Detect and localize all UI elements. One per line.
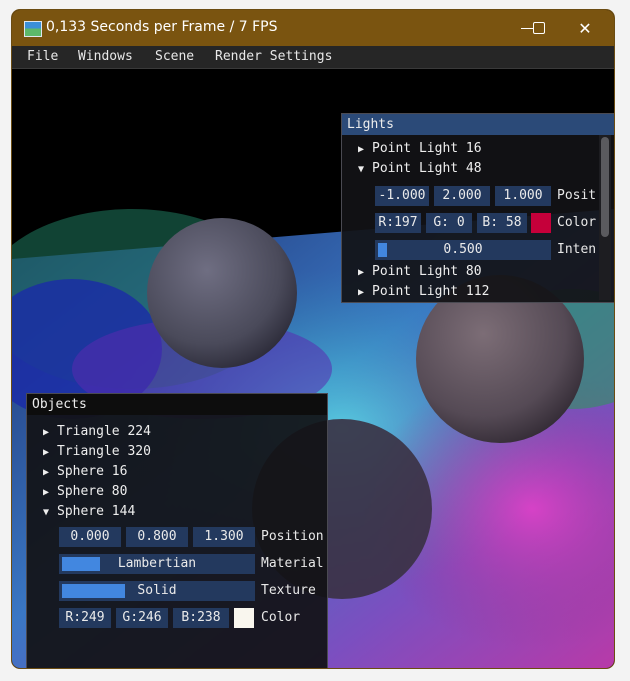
menu-windows[interactable]: Windows	[78, 49, 133, 64]
tree-label: Triangle 320	[57, 444, 151, 459]
object-texture-combo[interactable]: Solid	[59, 581, 255, 601]
collapsed-arrow-icon: ▶	[43, 427, 50, 438]
tree-label: Point Light 48	[372, 161, 482, 176]
light-node-80[interactable]: ▶ Point Light 80	[358, 264, 482, 279]
light-position-label: Position	[557, 188, 597, 203]
object-material-label: Material	[261, 556, 324, 571]
light-node-48[interactable]: ▼ Point Light 48	[358, 161, 482, 176]
object-color-label: Color	[261, 610, 301, 625]
maximize-icon	[533, 22, 545, 34]
object-node-sphere-16[interactable]: ▶ Sphere 16	[43, 464, 127, 479]
object-texture-label: Texture	[261, 583, 316, 598]
close-icon: ✕	[578, 18, 592, 38]
tree-label: Triangle 224	[57, 424, 151, 439]
light-position-y[interactable]: 2.000	[434, 186, 490, 206]
render-viewport[interactable]: Lights ▶ Point Light 16 ▼ Point Light 48 -…	[12, 69, 614, 668]
object-node-triangle-224[interactable]: ▶ Triangle 224	[43, 424, 151, 439]
objects-panel-title[interactable]: Objects	[27, 394, 327, 415]
slider-grab[interactable]	[378, 243, 387, 257]
object-node-sphere-144[interactable]: ▼ Sphere 144	[43, 504, 135, 519]
collapsed-arrow-icon: ▶	[43, 447, 50, 458]
expanded-arrow-icon: ▼	[43, 507, 50, 518]
lights-scrollbar[interactable]	[599, 135, 611, 300]
object-position-y[interactable]: 0.800	[126, 527, 188, 547]
object-color-b[interactable]: B:238	[173, 608, 229, 628]
collapsed-arrow-icon: ▶	[43, 487, 50, 498]
object-material-combo[interactable]: Lambertian	[59, 554, 255, 574]
collapsed-arrow-icon: ▶	[358, 267, 365, 278]
light-position-x[interactable]: -1.000	[375, 186, 429, 206]
object-color-swatch[interactable]	[234, 608, 254, 628]
app-icon	[24, 21, 42, 37]
tree-label: Point Light 16	[372, 141, 482, 156]
menu-file[interactable]: File	[27, 49, 58, 64]
light-intensity-label: Intensity	[557, 242, 597, 257]
object-material-value: Lambertian	[117, 556, 197, 571]
tree-label: Point Light 80	[372, 264, 482, 279]
collapsed-arrow-icon: ▶	[358, 144, 365, 155]
object-node-sphere-80[interactable]: ▶ Sphere 80	[43, 484, 127, 499]
object-color-r[interactable]: R:249	[59, 608, 111, 628]
collapsed-arrow-icon: ▶	[358, 287, 365, 298]
light-color-b[interactable]: B: 58	[477, 213, 527, 233]
object-position-x[interactable]: 0.000	[59, 527, 121, 547]
combo-grab	[62, 584, 125, 598]
light-node-112[interactable]: ▶ Point Light 112	[358, 284, 489, 299]
menu-render-settings[interactable]: Render Settings	[215, 49, 332, 64]
app-window: 0,133 Seconds per Frame / 7 FPS ✕ File W…	[12, 10, 614, 668]
object-texture-value: Solid	[137, 583, 177, 598]
light-color-label: Color	[557, 215, 597, 230]
menu-bar: File Windows Scene Render Settings	[12, 46, 614, 69]
tree-label: Point Light 112	[372, 284, 490, 299]
maximize-button[interactable]	[516, 10, 562, 46]
light-color-swatch[interactable]	[531, 213, 551, 233]
lights-panel-title[interactable]: Lights	[342, 114, 614, 135]
light-color-r[interactable]: R:197	[375, 213, 421, 233]
tree-label: Sphere 16	[57, 464, 128, 479]
tree-label: Sphere 80	[57, 484, 128, 499]
window-title: 0,133 Seconds per Frame / 7 FPS	[46, 19, 278, 35]
object-color-g[interactable]: G:246	[116, 608, 168, 628]
menu-scene[interactable]: Scene	[155, 49, 194, 64]
light-color-g[interactable]: G: 0	[426, 213, 472, 233]
lights-scrollbar-thumb[interactable]	[601, 137, 609, 237]
close-button[interactable]: ✕	[562, 10, 608, 46]
lights-panel: Lights ▶ Point Light 16 ▼ Point Light 48 -…	[341, 113, 614, 303]
objects-panel: Objects ▶ Triangle 224 ▶ Triangle 320 ▶ Sph…	[26, 393, 328, 668]
expanded-arrow-icon: ▼	[358, 164, 365, 175]
tree-label: Sphere 144	[57, 504, 136, 519]
object-node-triangle-320[interactable]: ▶ Triangle 320	[43, 444, 151, 459]
title-bar[interactable]: 0,133 Seconds per Frame / 7 FPS ✕	[12, 10, 614, 46]
object-position-z[interactable]: 1.300	[193, 527, 255, 547]
collapsed-arrow-icon: ▶	[43, 467, 50, 478]
combo-grab	[62, 557, 100, 571]
light-intensity-value: 0.500	[443, 242, 483, 257]
light-node-16[interactable]: ▶ Point Light 16	[358, 141, 482, 156]
object-position-label: Position	[261, 529, 324, 544]
light-position-z[interactable]: 1.000	[495, 186, 551, 206]
light-intensity-slider[interactable]: 0.500	[375, 240, 551, 260]
